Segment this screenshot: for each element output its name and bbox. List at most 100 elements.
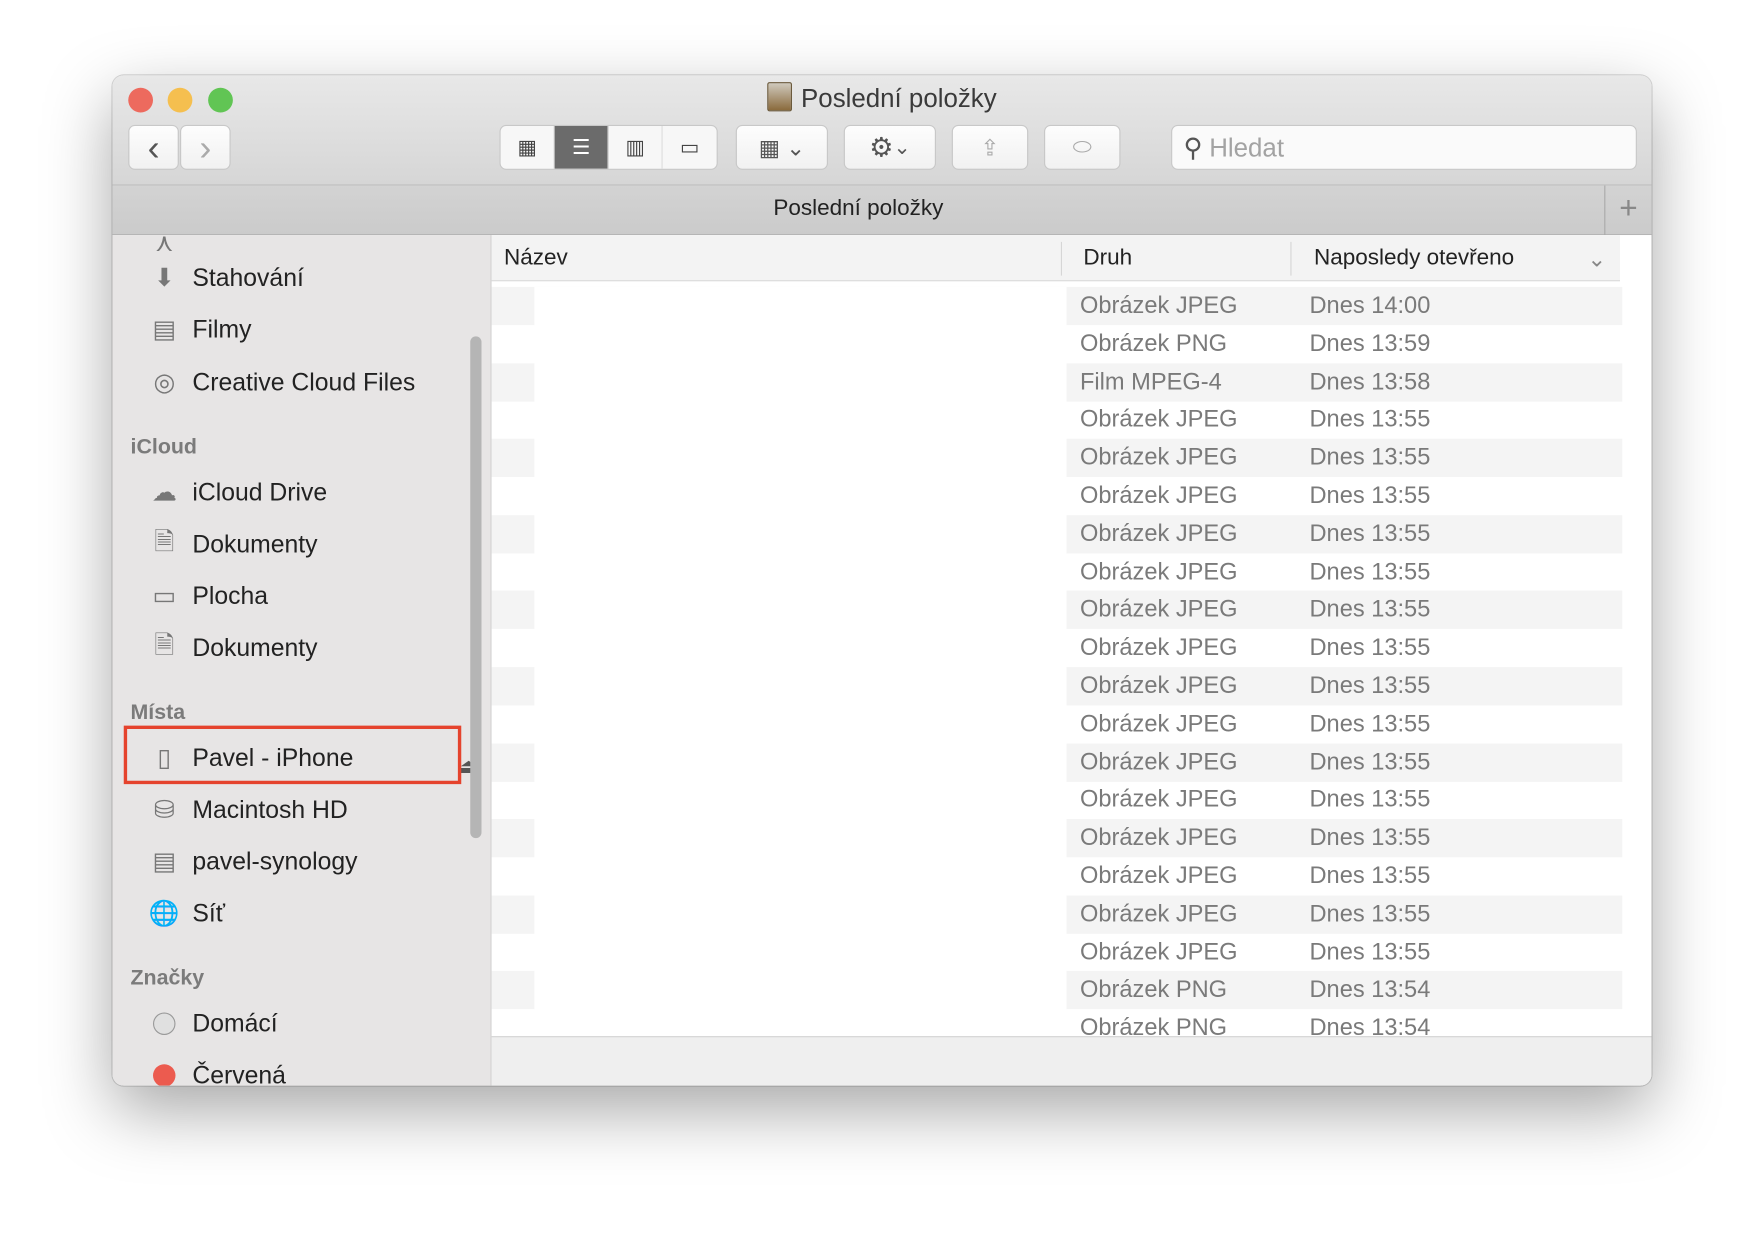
- row-kind: Obrázek JPEG: [1080, 558, 1238, 585]
- sidebar-label: Dokumenty: [192, 529, 318, 558]
- network-icon: 🌐: [148, 898, 180, 927]
- row-kind: Obrázek JPEG: [1080, 406, 1238, 433]
- row-date: Dnes 13:55: [1309, 634, 1431, 661]
- sidebar-label: Dokumenty: [192, 633, 318, 662]
- sidebar-label: Plocha: [192, 581, 269, 610]
- sidebar-item-creative-cloud[interactable]: ◎ Creative Cloud Files: [146, 363, 415, 401]
- row-kind: Obrázek JPEG: [1080, 786, 1238, 813]
- gallery-view-button[interactable]: ▭: [663, 126, 717, 169]
- sidebar-label: Creative Cloud Files: [192, 367, 416, 396]
- row-kind: Obrázek JPEG: [1080, 520, 1238, 547]
- film-icon: ▤: [152, 315, 176, 344]
- sidebar-item-documents-2[interactable]: 🗎 Dokumenty: [146, 629, 317, 667]
- file-list: Název Druh Naposledy otevřeno ⌄ Obrázek …: [491, 235, 1652, 1041]
- list-header: Název Druh Naposledy otevřeno ⌄: [491, 235, 1620, 282]
- sidebar-item-movies[interactable]: ▤ Filmy: [146, 311, 252, 349]
- new-tab-button[interactable]: +: [1604, 185, 1651, 236]
- sidebar-label: Filmy: [192, 315, 252, 344]
- row-date: Dnes 13:55: [1309, 520, 1431, 547]
- row-kind: Obrázek JPEG: [1080, 292, 1238, 319]
- sidebar-tag-red[interactable]: Červená: [146, 1056, 286, 1086]
- column-view-button[interactable]: ▥: [609, 126, 663, 169]
- tab-recents[interactable]: Poslední položky: [113, 196, 1605, 222]
- row-date: Dnes 13:55: [1309, 786, 1431, 813]
- action-gear-button[interactable]: ⚙ ⌄: [843, 124, 936, 170]
- document-icon: 🗎: [154, 631, 175, 660]
- share-button[interactable]: ⇪: [951, 124, 1029, 170]
- status-bar: [491, 1036, 1652, 1086]
- row-date: Dnes 13:55: [1309, 748, 1431, 775]
- row-date: Dnes 13:54: [1309, 976, 1431, 1003]
- toolbar: Poslední položky ‹ › ▦ ☰ ▥ ▭ ▦ ⌄ ⚙ ⌄ ⇪ ⬭…: [112, 75, 1652, 186]
- sidebar-label: iCloud Drive: [192, 478, 328, 507]
- row-kind: Obrázek JPEG: [1080, 710, 1238, 737]
- group-button[interactable]: ▦ ⌄: [735, 124, 828, 170]
- sidebar-item-documents[interactable]: 🗎 Dokumenty: [146, 525, 317, 563]
- row-date: Dnes 13:55: [1309, 900, 1431, 927]
- recents-icon: [767, 82, 793, 112]
- row-date: Dnes 13:55: [1309, 596, 1431, 623]
- sidebar-item-downloads[interactable]: ⬇ Stahování: [146, 259, 304, 297]
- row-date: Dnes 13:58: [1309, 368, 1431, 395]
- sidebar-item-desktop[interactable]: ▭ Plocha: [146, 577, 269, 615]
- view-mode-segmented: ▦ ☰ ▥ ▭: [499, 124, 718, 170]
- sidebar-item-icloud-drive[interactable]: ☁ iCloud Drive: [146, 474, 327, 512]
- sidebar-item-synology[interactable]: ▤ pavel-synology: [146, 843, 358, 881]
- search-placeholder: Hledat: [1209, 132, 1285, 162]
- row-kind: Obrázek JPEG: [1080, 938, 1238, 965]
- name-column-blank: [534, 286, 1067, 1037]
- sort-chevron-icon[interactable]: ⌄: [1587, 245, 1606, 273]
- sidebar-item-macintosh-hd[interactable]: ⛁ Macintosh HD: [146, 791, 348, 829]
- sidebar-label: Červená: [192, 1060, 286, 1086]
- search-field[interactable]: ⚲ Hledat: [1171, 124, 1637, 170]
- icon-view-button[interactable]: ▦: [501, 126, 555, 169]
- search-icon: ⚲: [1183, 132, 1203, 162]
- nas-icon: ▤: [152, 847, 176, 876]
- sidebar-label: pavel-synology: [192, 847, 358, 876]
- forward-button[interactable]: ›: [180, 124, 231, 170]
- row-kind: Obrázek JPEG: [1080, 824, 1238, 851]
- row-kind: Obrázek PNG: [1080, 330, 1228, 357]
- row-date: Dnes 13:55: [1309, 824, 1431, 851]
- tag-dot-icon: [146, 1059, 182, 1086]
- section-header-tags: Značky: [130, 966, 205, 990]
- column-name[interactable]: Název: [504, 245, 568, 271]
- row-date: Dnes 13:55: [1309, 938, 1431, 965]
- window-title-text: Poslední položky: [801, 83, 997, 113]
- row-kind: Film MPEG-4: [1080, 368, 1222, 395]
- sidebar-item-network[interactable]: 🌐 Síť: [146, 894, 225, 932]
- list-view-button[interactable]: ☰: [554, 126, 609, 169]
- row-kind: Obrázek JPEG: [1080, 482, 1238, 509]
- row-date: Dnes 13:55: [1309, 558, 1431, 585]
- download-icon: ⬇: [153, 263, 175, 292]
- sidebar-label: Macintosh HD: [192, 795, 348, 824]
- row-date: Dnes 13:55: [1309, 482, 1431, 509]
- section-header-icloud: iCloud: [130, 435, 197, 459]
- tab-bar: Poslední položky +: [112, 185, 1652, 236]
- highlight-box: [123, 725, 462, 785]
- back-button[interactable]: ‹: [128, 124, 179, 170]
- row-kind: Obrázek JPEG: [1080, 672, 1238, 699]
- sidebar-scrollbar[interactable]: [470, 336, 482, 839]
- applications-icon: ⋏: [155, 235, 174, 257]
- row-kind: Obrázek PNG: [1080, 976, 1228, 1003]
- row-date: Dnes 13:55: [1309, 862, 1431, 889]
- tag-button[interactable]: ⬭: [1044, 124, 1121, 170]
- row-kind: Obrázek JPEG: [1080, 900, 1238, 927]
- desktop-icon: ▭: [152, 581, 176, 610]
- row-kind: Obrázek JPEG: [1080, 596, 1238, 623]
- row-kind: Obrázek JPEG: [1080, 748, 1238, 775]
- document-icon: 🗎: [154, 527, 175, 556]
- sidebar-label: Stahování: [192, 263, 304, 292]
- column-last-opened[interactable]: Naposledy otevřeno: [1314, 245, 1514, 271]
- window-title: Poslední položky: [113, 82, 1652, 114]
- row-kind: Obrázek JPEG: [1080, 862, 1238, 889]
- row-date: Dnes 13:55: [1309, 444, 1431, 471]
- row-date: Dnes 13:55: [1309, 672, 1431, 699]
- row-date: Dnes 13:55: [1309, 710, 1431, 737]
- cloud-icon: ☁: [151, 478, 177, 507]
- sidebar-label: Domácí: [192, 1009, 278, 1038]
- column-kind[interactable]: Druh: [1083, 245, 1132, 271]
- hard-drive-icon: ⛁: [153, 795, 175, 824]
- sidebar-tag-home[interactable]: Domácí: [146, 1005, 278, 1043]
